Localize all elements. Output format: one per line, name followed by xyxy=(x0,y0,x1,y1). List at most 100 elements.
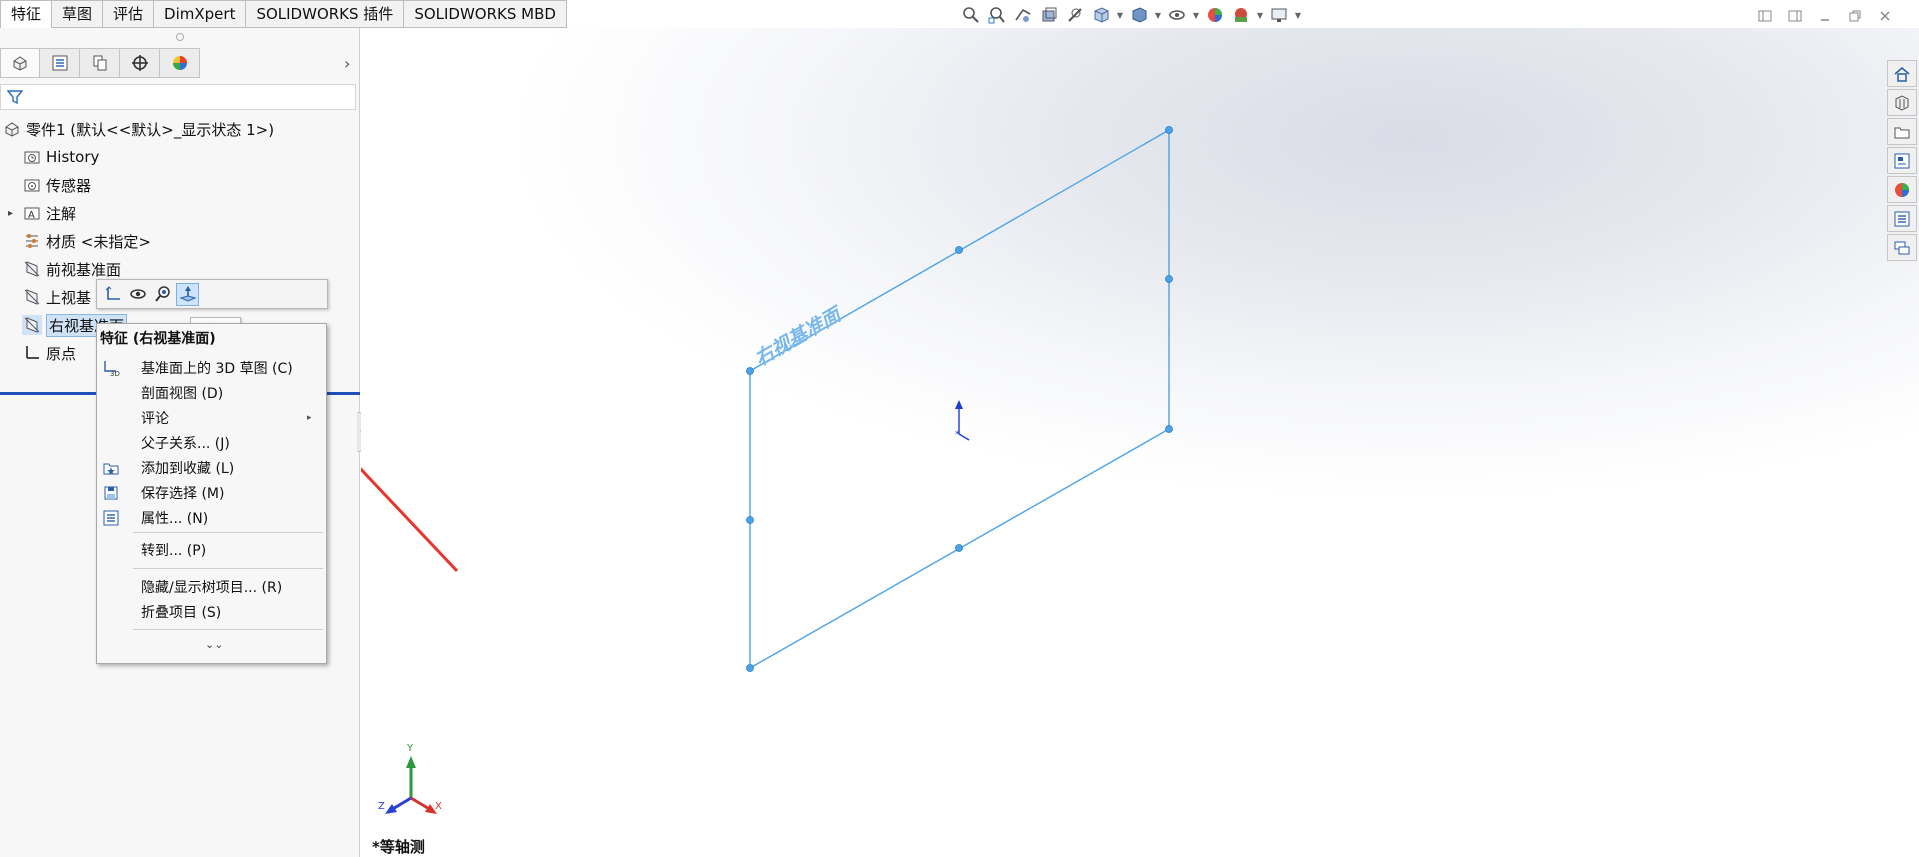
chevron-right-icon[interactable]: › xyxy=(344,54,350,73)
tab-addins[interactable]: SOLIDWORKS 插件 xyxy=(246,0,405,28)
tree-item-sensors[interactable]: 传感器 xyxy=(22,172,91,198)
menu-separator xyxy=(133,568,323,569)
context-menu: 特征 (右视基准面) 3D 基准面上的 3D 草图 (C) 剖面视图 (D) 评… xyxy=(96,323,327,664)
configuration-manager-tab[interactable] xyxy=(80,48,120,78)
3d-sketch-icon: 3D xyxy=(101,358,121,378)
appearances-icon[interactable] xyxy=(1887,176,1917,203)
minimize-icon[interactable] xyxy=(1815,6,1835,26)
view-orientation-dropdown-icon[interactable]: ▼ xyxy=(1116,4,1124,26)
home-icon[interactable] xyxy=(1887,60,1917,87)
dynamic-annotation-icon[interactable] xyxy=(1064,4,1086,26)
design-library-icon[interactable] xyxy=(1887,89,1917,116)
plane-handles[interactable] xyxy=(746,126,1173,672)
display-style-dropdown-icon[interactable]: ▼ xyxy=(1154,4,1162,26)
context-toolbar xyxy=(96,279,328,309)
heads-up-view-toolbar: ▼ ▼ ▼ ▼ ▼ xyxy=(960,4,1302,26)
restore-icon[interactable] xyxy=(1845,6,1865,26)
annotation-arrow xyxy=(361,467,459,573)
edit-appearance-icon[interactable] xyxy=(1204,4,1226,26)
tree-item-origin[interactable]: 原点 xyxy=(22,340,76,366)
tile-right-icon[interactable] xyxy=(1785,6,1805,26)
apply-scene-icon[interactable] xyxy=(1230,4,1252,26)
view-settings-icon[interactable] xyxy=(1268,4,1290,26)
material-icon xyxy=(22,231,42,251)
hide-show-items-icon[interactable] xyxy=(1166,4,1188,26)
favorite-folder-icon xyxy=(101,458,121,478)
zoom-to-selection-icon[interactable] xyxy=(151,283,174,306)
menu-item-section-view[interactable]: 剖面视图 (D) xyxy=(97,381,326,405)
tab-sketch[interactable]: 草图 xyxy=(52,0,104,28)
menu-item-hide-show-tree-items[interactable]: 隐藏/显示树项目... (R) xyxy=(97,575,326,599)
feature-manager-tab[interactable] xyxy=(0,48,40,78)
menu-item-goto[interactable]: 转到... (P) xyxy=(97,538,326,562)
tree-root-part[interactable]: 零件1 (默认<<默认>_显示状态 1>) xyxy=(2,116,274,142)
zoom-to-fit-icon[interactable] xyxy=(960,4,982,26)
plane-icon xyxy=(22,315,42,335)
display-manager-tab[interactable] xyxy=(160,48,200,78)
apply-scene-dropdown-icon[interactable]: ▼ xyxy=(1256,4,1264,26)
tree-item-annotations[interactable]: ▸ A 注解 xyxy=(8,200,77,226)
menu-item-comment[interactable]: 评论 ▸ xyxy=(97,406,326,430)
menu-item-collapse-items[interactable]: 折叠项目 (S) xyxy=(97,600,326,624)
view-palette-icon[interactable] xyxy=(1887,147,1917,174)
plane-icon xyxy=(22,287,42,307)
tile-left-icon[interactable] xyxy=(1755,6,1775,26)
menu-item-properties[interactable]: 属性... (N) xyxy=(97,506,326,530)
menu-item-3d-sketch-on-plane[interactable]: 3D 基准面上的 3D 草图 (C) xyxy=(97,356,326,380)
right-plane-outline[interactable] xyxy=(749,128,1170,670)
tree-item-label: 上视基 xyxy=(46,288,92,307)
tree-item-top-plane[interactable]: 上视基 xyxy=(22,284,91,310)
svg-text:*: * xyxy=(955,430,960,440)
tab-features[interactable]: 特征 xyxy=(0,0,53,28)
tree-item-label: 注解 xyxy=(46,204,77,223)
previous-view-icon[interactable] xyxy=(1012,4,1034,26)
tree-item-history[interactable]: History xyxy=(22,144,99,170)
tab-mbd[interactable]: SOLIDWORKS MBD xyxy=(404,0,567,28)
annotation-folder-icon: A xyxy=(22,203,42,223)
close-icon[interactable] xyxy=(1875,6,1895,26)
tree-item-label: 材质 <未指定> xyxy=(46,232,151,251)
filter-icon[interactable] xyxy=(6,89,24,109)
zoom-to-area-icon[interactable] xyxy=(986,4,1008,26)
graphics-viewport[interactable]: * 右视基准面 Y X Z xyxy=(361,28,1919,857)
custom-properties-icon[interactable] xyxy=(1887,205,1917,232)
tree-root-label: 零件1 (默认<<默认>_显示状态 1>) xyxy=(26,120,275,139)
panel-grip-icon[interactable] xyxy=(176,33,184,41)
triad-label-z: Z xyxy=(378,801,385,812)
display-style-icon[interactable] xyxy=(1128,4,1150,26)
part-icon xyxy=(2,119,22,139)
view-orientation-label: *等轴测 xyxy=(372,838,425,856)
sketch-icon[interactable] xyxy=(101,283,124,306)
window-controls xyxy=(1755,6,1895,26)
menu-item-parent-child[interactable]: 父子关系... (J) xyxy=(97,431,326,455)
show-hide-eye-icon[interactable] xyxy=(126,283,149,306)
tree-item-material[interactable]: 材质 <未指定> xyxy=(22,228,151,254)
save-selection-icon xyxy=(101,483,121,503)
section-view-icon[interactable] xyxy=(1038,4,1060,26)
triad-label-y: Y xyxy=(407,743,414,754)
svg-text:3D: 3D xyxy=(110,370,120,377)
expand-menu-chevron-icon[interactable]: ⌄⌄ xyxy=(205,638,223,651)
svg-text:A: A xyxy=(28,210,35,221)
hide-show-dropdown-icon[interactable]: ▼ xyxy=(1192,4,1200,26)
view-orientation-icon[interactable] xyxy=(1090,4,1112,26)
menu-item-save-selection[interactable]: 保存选择 (M) xyxy=(97,481,326,505)
tab-evaluate[interactable]: 评估 xyxy=(103,0,155,28)
filter-bar[interactable] xyxy=(0,84,356,110)
expand-arrow-icon[interactable]: ▸ xyxy=(8,208,13,219)
task-pane xyxy=(1887,60,1917,261)
tab-dimxpert[interactable]: DimXpert xyxy=(154,0,247,28)
property-manager-tab[interactable] xyxy=(40,48,80,78)
manager-tabs xyxy=(0,48,200,78)
dimxpert-manager-tab[interactable] xyxy=(120,48,160,78)
view-settings-dropdown-icon[interactable]: ▼ xyxy=(1294,4,1302,26)
origin-icon xyxy=(22,343,42,363)
menu-item-add-to-favorites[interactable]: 添加到收藏 (L) xyxy=(97,456,326,480)
submenu-arrow-icon: ▸ xyxy=(307,413,312,423)
sensor-folder-icon xyxy=(22,175,42,195)
file-explorer-icon[interactable] xyxy=(1887,118,1917,145)
normal-to-icon[interactable] xyxy=(176,282,199,306)
tree-item-label: 前视基准面 xyxy=(46,260,122,279)
forum-icon[interactable] xyxy=(1887,234,1917,261)
properties-icon xyxy=(101,508,121,528)
